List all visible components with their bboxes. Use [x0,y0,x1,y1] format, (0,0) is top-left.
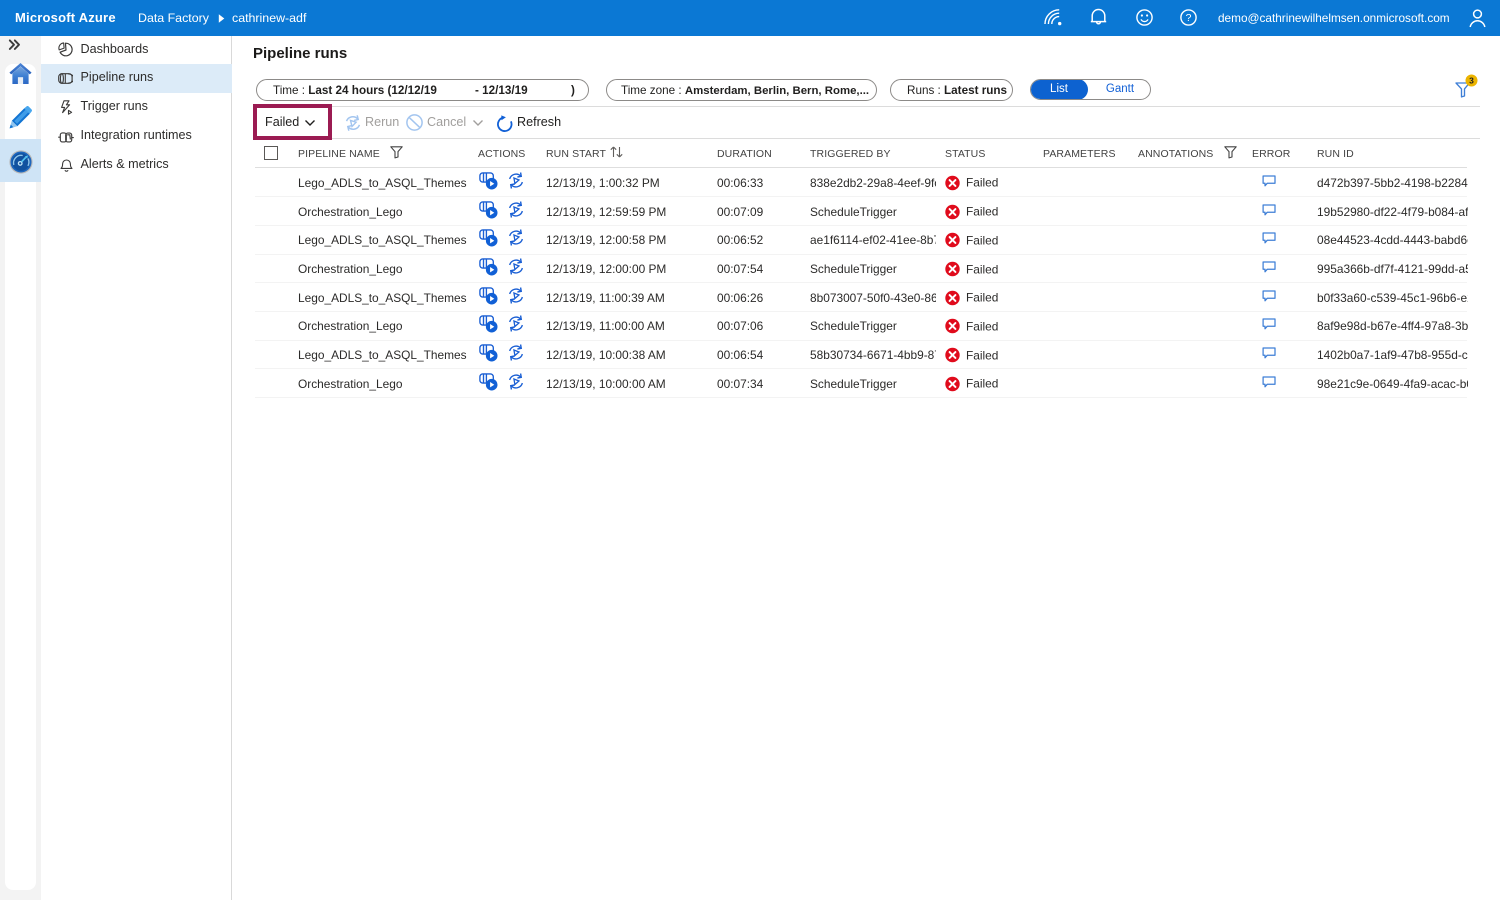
svg-text:?: ? [1186,12,1192,24]
svg-text:3: 3 [1469,76,1474,86]
